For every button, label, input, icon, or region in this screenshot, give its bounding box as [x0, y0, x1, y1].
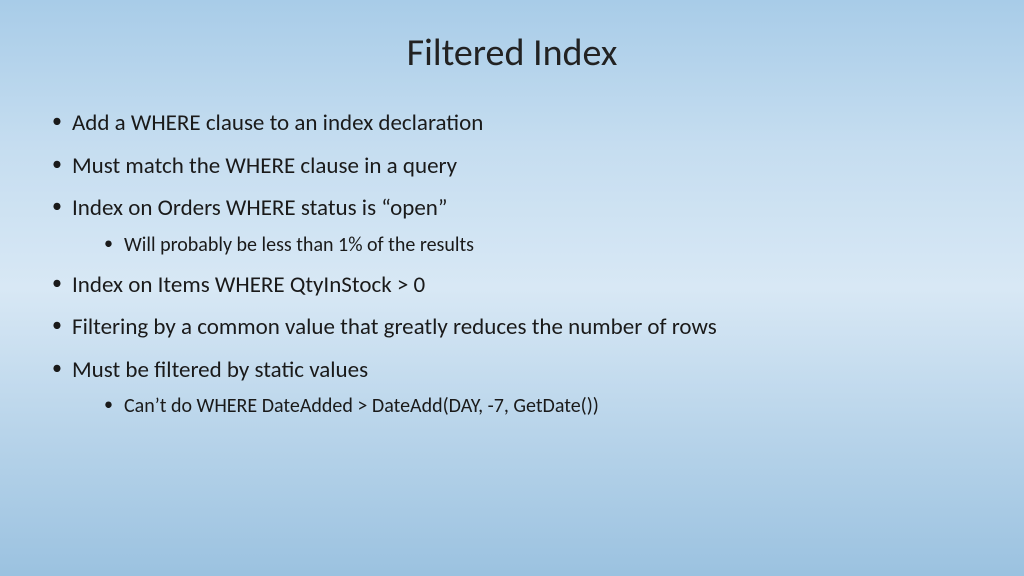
bullet-text: Index on Items WHERE QtyInStock > 0: [72, 271, 425, 299]
bullet-text: Add a WHERE clause to an index declarati…: [72, 109, 483, 137]
bullet-item: Add a WHERE clause to an index declarati…: [50, 106, 974, 141]
bullet-text: Must match the WHERE clause in a query: [72, 152, 457, 180]
bullet-list: Add a WHERE clause to an index declarati…: [50, 106, 974, 421]
bullet-item: Must match the WHERE clause in a query: [50, 149, 974, 184]
sub-bullet-list: Will probably be less than 1% of the res…: [72, 230, 974, 260]
bullet-text: Filtering by a common value that greatly…: [72, 313, 717, 341]
sub-bullet-list: Can’t do WHERE DateAdded > DateAdd(DAY, …: [72, 391, 974, 421]
bullet-text: Must be filtered by static values: [72, 356, 368, 384]
sub-bullet-text: Will probably be less than 1% of the res…: [124, 233, 474, 257]
bullet-item: Index on Items WHERE QtyInStock > 0: [50, 268, 974, 303]
sub-bullet-text: Can’t do WHERE DateAdded > DateAdd(DAY, …: [124, 394, 599, 418]
bullet-text: Index on Orders WHERE status is “open”: [72, 194, 447, 222]
bullet-item: Filtering by a common value that greatly…: [50, 310, 974, 345]
slide-title: Filtered Index: [50, 30, 974, 76]
sub-bullet-item: Can’t do WHERE DateAdded > DateAdd(DAY, …: [102, 391, 974, 421]
slide-container: Filtered Index Add a WHERE clause to an …: [0, 0, 1024, 576]
bullet-item: Index on Orders WHERE status is “open” W…: [50, 191, 974, 260]
bullet-item: Must be filtered by static values Can’t …: [50, 353, 974, 422]
sub-bullet-item: Will probably be less than 1% of the res…: [102, 230, 974, 260]
